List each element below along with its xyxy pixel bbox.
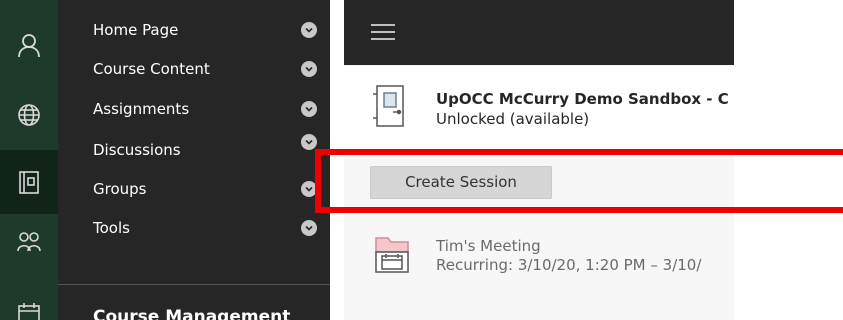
door-room-icon [373, 85, 404, 127]
course-room[interactable]: UpOCC McCurry Demo Sandbox - C Unlocked … [344, 66, 734, 150]
menu-item-discussions[interactable]: Discussions [58, 130, 330, 170]
chevron-down-icon[interactable] [301, 220, 317, 236]
menu-item-label: Course Content [93, 60, 210, 78]
groups-icon [17, 232, 41, 252]
menu-item-tools[interactable]: Tools [58, 208, 330, 248]
menu-item-assignments[interactable]: Assignments [58, 89, 330, 129]
course-menu: Home Page Course Content Assignments Dis… [58, 0, 330, 320]
chevron-down-icon[interactable] [301, 61, 317, 77]
menu-item-label: Home Page [93, 21, 179, 39]
create-session-button[interactable]: Create Session [370, 166, 552, 199]
rail-profile[interactable] [0, 25, 58, 65]
session-list-item[interactable]: Tim's Meeting Recurring: 3/10/20, 1:20 P… [344, 220, 734, 290]
session-title[interactable]: Tim's Meeting [436, 237, 541, 255]
menu-item-label: Assignments [93, 100, 190, 118]
menu-item-home-page[interactable]: Home Page [58, 10, 330, 50]
session-recurrence: Recurring: 3/10/20, 1:20 PM – 3/10/ [436, 256, 702, 274]
room-title[interactable]: UpOCC McCurry Demo Sandbox - C [436, 90, 729, 108]
course-management-heading[interactable]: Course Management [93, 307, 290, 320]
chevron-down-icon[interactable] [301, 101, 317, 117]
rail-organizations[interactable] [0, 222, 58, 262]
calendar-session-icon [375, 237, 409, 273]
rail-calendar[interactable] [0, 294, 58, 320]
room-status: Unlocked (available) [436, 110, 590, 128]
panel-topbar [344, 0, 734, 65]
global-nav-rail [0, 0, 58, 320]
chevron-down-icon[interactable] [301, 134, 317, 150]
chevron-down-icon[interactable] [301, 22, 317, 38]
calendar-icon [18, 303, 40, 320]
menu-item-course-content[interactable]: Course Content [58, 49, 330, 89]
rail-institution[interactable] [0, 95, 58, 135]
chevron-down-icon[interactable] [301, 181, 317, 197]
rail-courses[interactable] [0, 150, 58, 214]
menu-item-label: Discussions [93, 141, 181, 159]
menu-item-label: Tools [93, 219, 130, 237]
hamburger-menu-icon[interactable] [371, 24, 395, 40]
menu-item-groups[interactable]: Groups [58, 169, 330, 209]
courses-icon [19, 171, 39, 194]
menu-divider [58, 284, 330, 285]
globe-icon [18, 104, 40, 126]
collaborate-panel: UpOCC McCurry Demo Sandbox - C Unlocked … [344, 0, 734, 320]
user-icon [18, 34, 40, 58]
menu-item-label: Groups [93, 180, 147, 198]
